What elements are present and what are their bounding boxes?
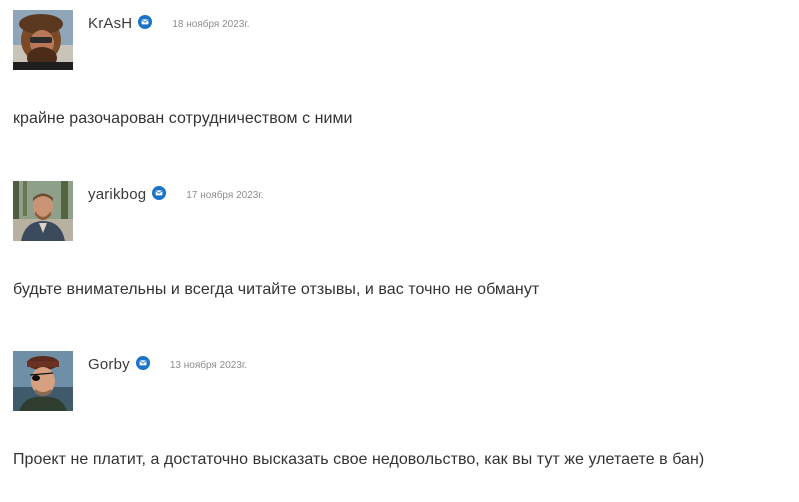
verified-badge-icon (135, 356, 150, 370)
author-name[interactable]: yarikbog (88, 186, 146, 203)
verified-badge-icon (138, 15, 153, 29)
comment-date: 13 ноября 2023г. (169, 359, 248, 371)
comment-header: yarikbog 17 ноября 2023г. (88, 183, 264, 205)
comment-header: Gorby 13 ноября 2023г. (88, 353, 247, 375)
comment-date: 18 ноября 2023г. (172, 18, 250, 30)
comment-date: 17 ноября 2023г. (186, 189, 264, 201)
avatar[interactable] (13, 351, 73, 411)
comment-text: Проект не платит, а достаточно высказать… (13, 451, 705, 468)
avatar[interactable] (13, 10, 73, 70)
author-name[interactable]: Gorby (88, 356, 130, 373)
avatar[interactable] (13, 181, 73, 241)
author-name[interactable]: KrAsH (88, 15, 132, 32)
comment-text: будьте внимательны и всегда читайте отзы… (13, 281, 540, 298)
verified-badge-icon (152, 186, 167, 200)
comment-text: крайне разочарован сотрудничеством с ним… (13, 110, 353, 127)
comment-header: KrAsH 18 ноября 2023г. (88, 12, 250, 34)
